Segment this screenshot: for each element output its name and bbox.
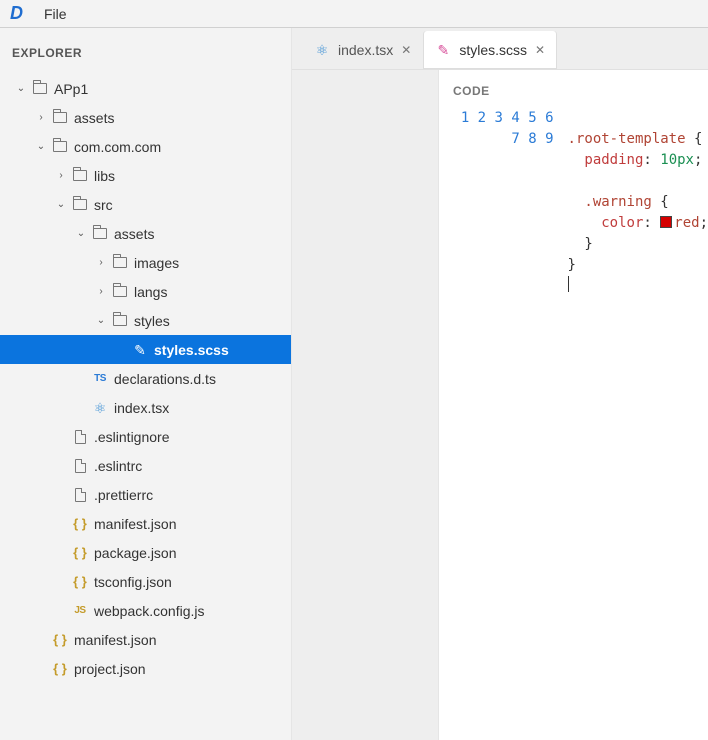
file-icon: [72, 429, 88, 445]
tree-item[interactable]: ›✎styles.scss: [0, 335, 291, 364]
code-section-label: CODE: [439, 70, 708, 108]
tree-item[interactable]: ⌄ assets: [0, 219, 291, 248]
scss-icon: ✎: [132, 342, 148, 358]
tree-item-label: APp1: [54, 81, 283, 97]
tree-item-label: assets: [74, 110, 283, 126]
tree-item-label: styles.scss: [154, 342, 283, 358]
tree-item[interactable]: ›JSwebpack.config.js: [0, 596, 291, 625]
folder-icon: [72, 168, 88, 184]
json-icon: { }: [52, 632, 68, 648]
menu-bar: D File: [0, 0, 708, 28]
chevron-right-icon: ›: [96, 287, 106, 297]
code-body: 1 2 3 4 5 6 7 8 9 .root-template { paddi…: [439, 108, 708, 318]
tab-label: index.tsx: [338, 42, 393, 58]
tree-item[interactable]: ⌄ APp1: [0, 74, 291, 103]
tree-item-label: images: [134, 255, 283, 271]
file-icon: [72, 487, 88, 503]
explorer-title: EXPLORER: [0, 46, 291, 74]
js-icon: JS: [72, 603, 88, 619]
folder-icon: [52, 110, 68, 126]
chevron-down-icon: ⌄: [36, 142, 46, 152]
tree-item-label: com.com.com: [74, 139, 283, 155]
tree-item-label: .prettierrc: [94, 487, 283, 503]
tree-item-label: manifest.json: [74, 632, 283, 648]
react-icon: ⚛: [314, 42, 330, 58]
color-swatch-icon: [660, 216, 672, 228]
file-icon: [72, 458, 88, 474]
json-icon: { }: [52, 661, 68, 677]
main-layout: EXPLORER ⌄ APp1 › assets ⌄ com.com.com › libs ⌄ s…: [0, 28, 708, 740]
app-logo: D: [10, 3, 22, 24]
tree-item-label: styles: [134, 313, 283, 329]
tree-item-label: index.tsx: [114, 400, 283, 416]
ts-icon: TS: [92, 371, 108, 387]
explorer-sidebar: EXPLORER ⌄ APp1 › assets ⌄ com.com.com › libs ⌄ s…: [0, 28, 292, 740]
editor-area: ⚛ index.tsx ✕ ✎ styles.scss ✕ CODE 1 2 3 4 5 …: [292, 28, 708, 740]
tree-item-label: package.json: [94, 545, 283, 561]
line-numbers: 1 2 3 4 5 6 7 8 9: [439, 108, 568, 318]
tree-item[interactable]: ›.eslintrc: [0, 451, 291, 480]
tree-item-label: .eslintrc: [94, 458, 283, 474]
chevron-right-icon: ›: [36, 113, 46, 123]
tree-item[interactable]: ⌄ com.com.com: [0, 132, 291, 161]
chevron-down-icon: ⌄: [96, 316, 106, 326]
folder-icon: [32, 81, 48, 97]
react-icon: ⚛: [92, 400, 108, 416]
chevron-right-icon: ›: [96, 258, 106, 268]
json-icon: { }: [72, 516, 88, 532]
tree-item[interactable]: ›TSdeclarations.d.ts: [0, 364, 291, 393]
tree-item-label: tsconfig.json: [94, 574, 283, 590]
folder-icon: [112, 255, 128, 271]
folder-icon: [112, 284, 128, 300]
tree-item[interactable]: ›{ }tsconfig.json: [0, 567, 291, 596]
tab-bar: ⚛ index.tsx ✕ ✎ styles.scss ✕: [292, 28, 708, 70]
code-lines[interactable]: .root-template { padding: 10px; .warning…: [568, 108, 708, 318]
json-icon: { }: [72, 574, 88, 590]
chevron-down-icon: ⌄: [16, 84, 26, 94]
tree-item[interactable]: ⌄ styles: [0, 306, 291, 335]
tree-item[interactable]: ›⚛index.tsx: [0, 393, 291, 422]
close-icon[interactable]: ✕: [401, 43, 411, 57]
chevron-down-icon: ⌄: [56, 200, 66, 210]
tree-item-label: manifest.json: [94, 516, 283, 532]
chevron-right-icon: ›: [56, 171, 66, 181]
tree-item-label: libs: [94, 168, 283, 184]
menu-file[interactable]: File: [44, 6, 67, 22]
tree-item[interactable]: › assets: [0, 103, 291, 132]
tree-item[interactable]: ›.eslintignore: [0, 422, 291, 451]
tree-item-label: declarations.d.ts: [114, 371, 283, 387]
scss-icon: ✎: [435, 42, 451, 58]
tree-item-label: .eslintignore: [94, 429, 283, 445]
tree-item-label: src: [94, 197, 283, 213]
tree-item[interactable]: ›{ }manifest.json: [0, 625, 291, 654]
tree-item[interactable]: › langs: [0, 277, 291, 306]
file-tree: ⌄ APp1 › assets ⌄ com.com.com › libs ⌄ src ⌄ assets…: [0, 74, 291, 683]
tree-item-label: assets: [114, 226, 283, 242]
tree-item-label: project.json: [74, 661, 283, 677]
tree-item[interactable]: ⌄ src: [0, 190, 291, 219]
tree-item[interactable]: › libs: [0, 161, 291, 190]
folder-icon: [112, 313, 128, 329]
json-icon: { }: [72, 545, 88, 561]
editor-tab[interactable]: ✎ styles.scss ✕: [423, 31, 557, 69]
tree-item[interactable]: › images: [0, 248, 291, 277]
text-cursor: [568, 276, 569, 292]
tree-item[interactable]: ›{ }manifest.json: [0, 509, 291, 538]
editor-tab[interactable]: ⚛ index.tsx ✕: [302, 31, 423, 69]
tree-item[interactable]: ›{ }package.json: [0, 538, 291, 567]
chevron-down-icon: ⌄: [76, 229, 86, 239]
folder-icon: [92, 226, 108, 242]
tree-item-label: langs: [134, 284, 283, 300]
folder-icon: [52, 139, 68, 155]
tree-item[interactable]: ›.prettierrc: [0, 480, 291, 509]
folder-icon: [72, 197, 88, 213]
tree-item[interactable]: ›{ }project.json: [0, 654, 291, 683]
editor-left-gutter: [292, 70, 438, 740]
tree-item-label: webpack.config.js: [94, 603, 283, 619]
tab-label: styles.scss: [459, 42, 527, 58]
editor-stack: CODE 1 2 3 4 5 6 7 8 9 .root-template { …: [292, 70, 708, 740]
code-panel: CODE 1 2 3 4 5 6 7 8 9 .root-template { …: [438, 70, 708, 740]
close-icon[interactable]: ✕: [535, 43, 545, 57]
